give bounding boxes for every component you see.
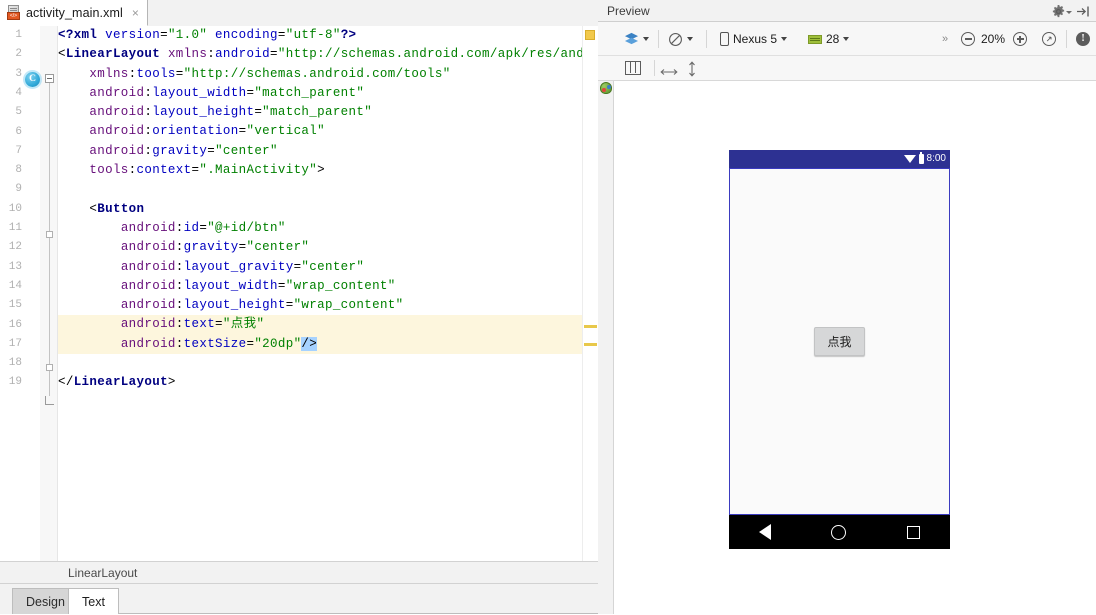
editor-pane: </> activity_main.xml × C <?xml version=… (0, 0, 598, 614)
code-line-5: android:layout_height="match_parent" (89, 105, 373, 120)
preview-title: Preview (607, 4, 650, 18)
preview-toolbar: Nexus 5 28 » 20% ! (598, 22, 1096, 56)
device-content-area[interactable]: 点我 (729, 168, 950, 515)
code-line-16: android:text="点我" (58, 315, 582, 335)
zoom-in-button[interactable] (1013, 32, 1027, 46)
code-line-15: android:layout_height="wrap_content" (120, 298, 404, 313)
warning-marker-icon[interactable] (585, 30, 595, 40)
code-text-area[interactable]: <?xml version="1.0" encoding="utf-8"?> <… (58, 26, 582, 561)
grid-layout-icon[interactable] (625, 61, 641, 75)
minimize-icon[interactable] (1076, 5, 1090, 18)
class-marker-icon[interactable]: C (25, 72, 40, 87)
code-line-12: android:gravity="center" (120, 240, 310, 255)
tab-label: activity_main.xml (26, 5, 123, 20)
tab-activity-main-xml[interactable]: </> activity_main.xml × (0, 0, 148, 26)
code-line-2: <LinearLayout xmlns:android="http://sche… (58, 47, 582, 62)
recents-icon[interactable] (906, 525, 920, 539)
chevron-down-icon[interactable] (1066, 11, 1072, 14)
battery-icon (918, 152, 924, 164)
preview-button[interactable]: 点我 (814, 327, 865, 356)
fold-end-linearlayout (45, 396, 54, 405)
home-icon[interactable] (831, 524, 847, 540)
code-line-6: android:orientation="vertical" (89, 124, 325, 139)
device-status-bar: 8:00 (729, 150, 950, 168)
api-label: 28 (826, 32, 840, 46)
editor-tab-strip: </> activity_main.xml × (0, 0, 598, 26)
fold-end-button[interactable] (46, 364, 53, 371)
preview-header: Preview (598, 0, 1096, 22)
wifi-icon (903, 155, 916, 163)
device-navigation-bar (729, 515, 950, 549)
back-icon[interactable] (759, 524, 772, 540)
breadcrumb[interactable]: LinearLayout (0, 561, 598, 584)
fold-toggle-button[interactable] (46, 231, 53, 238)
fold-line-linearlayout (49, 83, 50, 396)
code-line-13: android:layout_gravity="center" (120, 259, 365, 274)
toolbar-separator-2 (706, 30, 707, 48)
horizontal-constraint-icon[interactable] (660, 65, 678, 75)
vertical-constraint-icon[interactable] (688, 61, 696, 77)
code-line-4: android:layout_width="match_parent" (89, 85, 365, 100)
inspection-stripe-2[interactable] (584, 343, 597, 346)
api-dropdown[interactable]: 28 (808, 22, 850, 56)
xml-file-icon: </> (7, 5, 21, 20)
code-line-8: tools:context=".MainActivity"> (89, 163, 325, 178)
tab-strip-filler (146, 0, 598, 26)
zoom-out-button[interactable] (961, 32, 975, 46)
theme-icon (668, 32, 683, 47)
code-line-14: android:layout_width="wrap_content" (120, 278, 396, 293)
close-icon[interactable]: × (132, 7, 139, 19)
chevron-down-icon (843, 37, 850, 41)
chevron-down-icon (687, 37, 693, 41)
code-line-11: android:id="@+id/btn" (120, 220, 286, 235)
fold-toggle-linearlayout[interactable] (45, 74, 54, 83)
editor-marker-bar[interactable] (582, 26, 598, 561)
inspection-stripe-1[interactable] (584, 325, 597, 328)
overflow-chevrons-icon[interactable]: » (942, 34, 948, 45)
zoom-to-fit-button[interactable] (1042, 32, 1056, 46)
gear-icon[interactable] (1051, 4, 1066, 19)
android-studio-window: </> activity_main.xml × C <?xml version=… (0, 0, 1096, 614)
palette-icon (600, 82, 612, 94)
layers-icon (624, 32, 639, 46)
chevron-down-icon (643, 37, 649, 41)
code-line-7: android:gravity="center" (89, 143, 278, 158)
palette-rail[interactable]: Palette (598, 22, 614, 614)
status-time: 8:00 (926, 153, 946, 164)
api-level-icon (808, 34, 822, 44)
code-line-19: </LinearLayout> (58, 375, 176, 390)
tab-text[interactable]: Text (68, 588, 119, 614)
code-editor[interactable]: C <?xml version="1.0" encoding="utf-8"?>… (0, 26, 598, 561)
code-line-3: xmlns:tools="http://schemas.android.com/… (89, 66, 451, 81)
layers-dropdown[interactable] (624, 22, 649, 56)
breadcrumb-label[interactable]: LinearLayout (68, 562, 137, 585)
device-dropdown[interactable]: Nexus 5 (720, 22, 788, 56)
chevron-down-icon (781, 37, 788, 41)
toolbar-separator-4 (654, 60, 655, 76)
zoom-level-label: 20% (981, 32, 1006, 46)
gutter-icon-column (26, 26, 40, 561)
preview-toolbar-secondary (598, 56, 1096, 81)
code-line-10: <Button (89, 201, 145, 216)
toolbar-separator-1 (658, 30, 659, 48)
code-line-17: android:textSize="20dp"/> (58, 334, 582, 355)
device-icon (720, 32, 729, 46)
issues-icon[interactable]: ! (1076, 32, 1090, 46)
theme-dropdown[interactable] (668, 22, 693, 56)
device-label: Nexus 5 (733, 32, 778, 46)
code-line-1: <?xml version="1.0" encoding="utf-8"?> (58, 28, 357, 42)
toolbar-separator-3 (1066, 30, 1067, 48)
device-preview[interactable]: 8:00 点我 (729, 150, 950, 549)
editor-mode-tabs: Design Text (0, 584, 598, 614)
code-folding-column[interactable] (40, 26, 58, 561)
